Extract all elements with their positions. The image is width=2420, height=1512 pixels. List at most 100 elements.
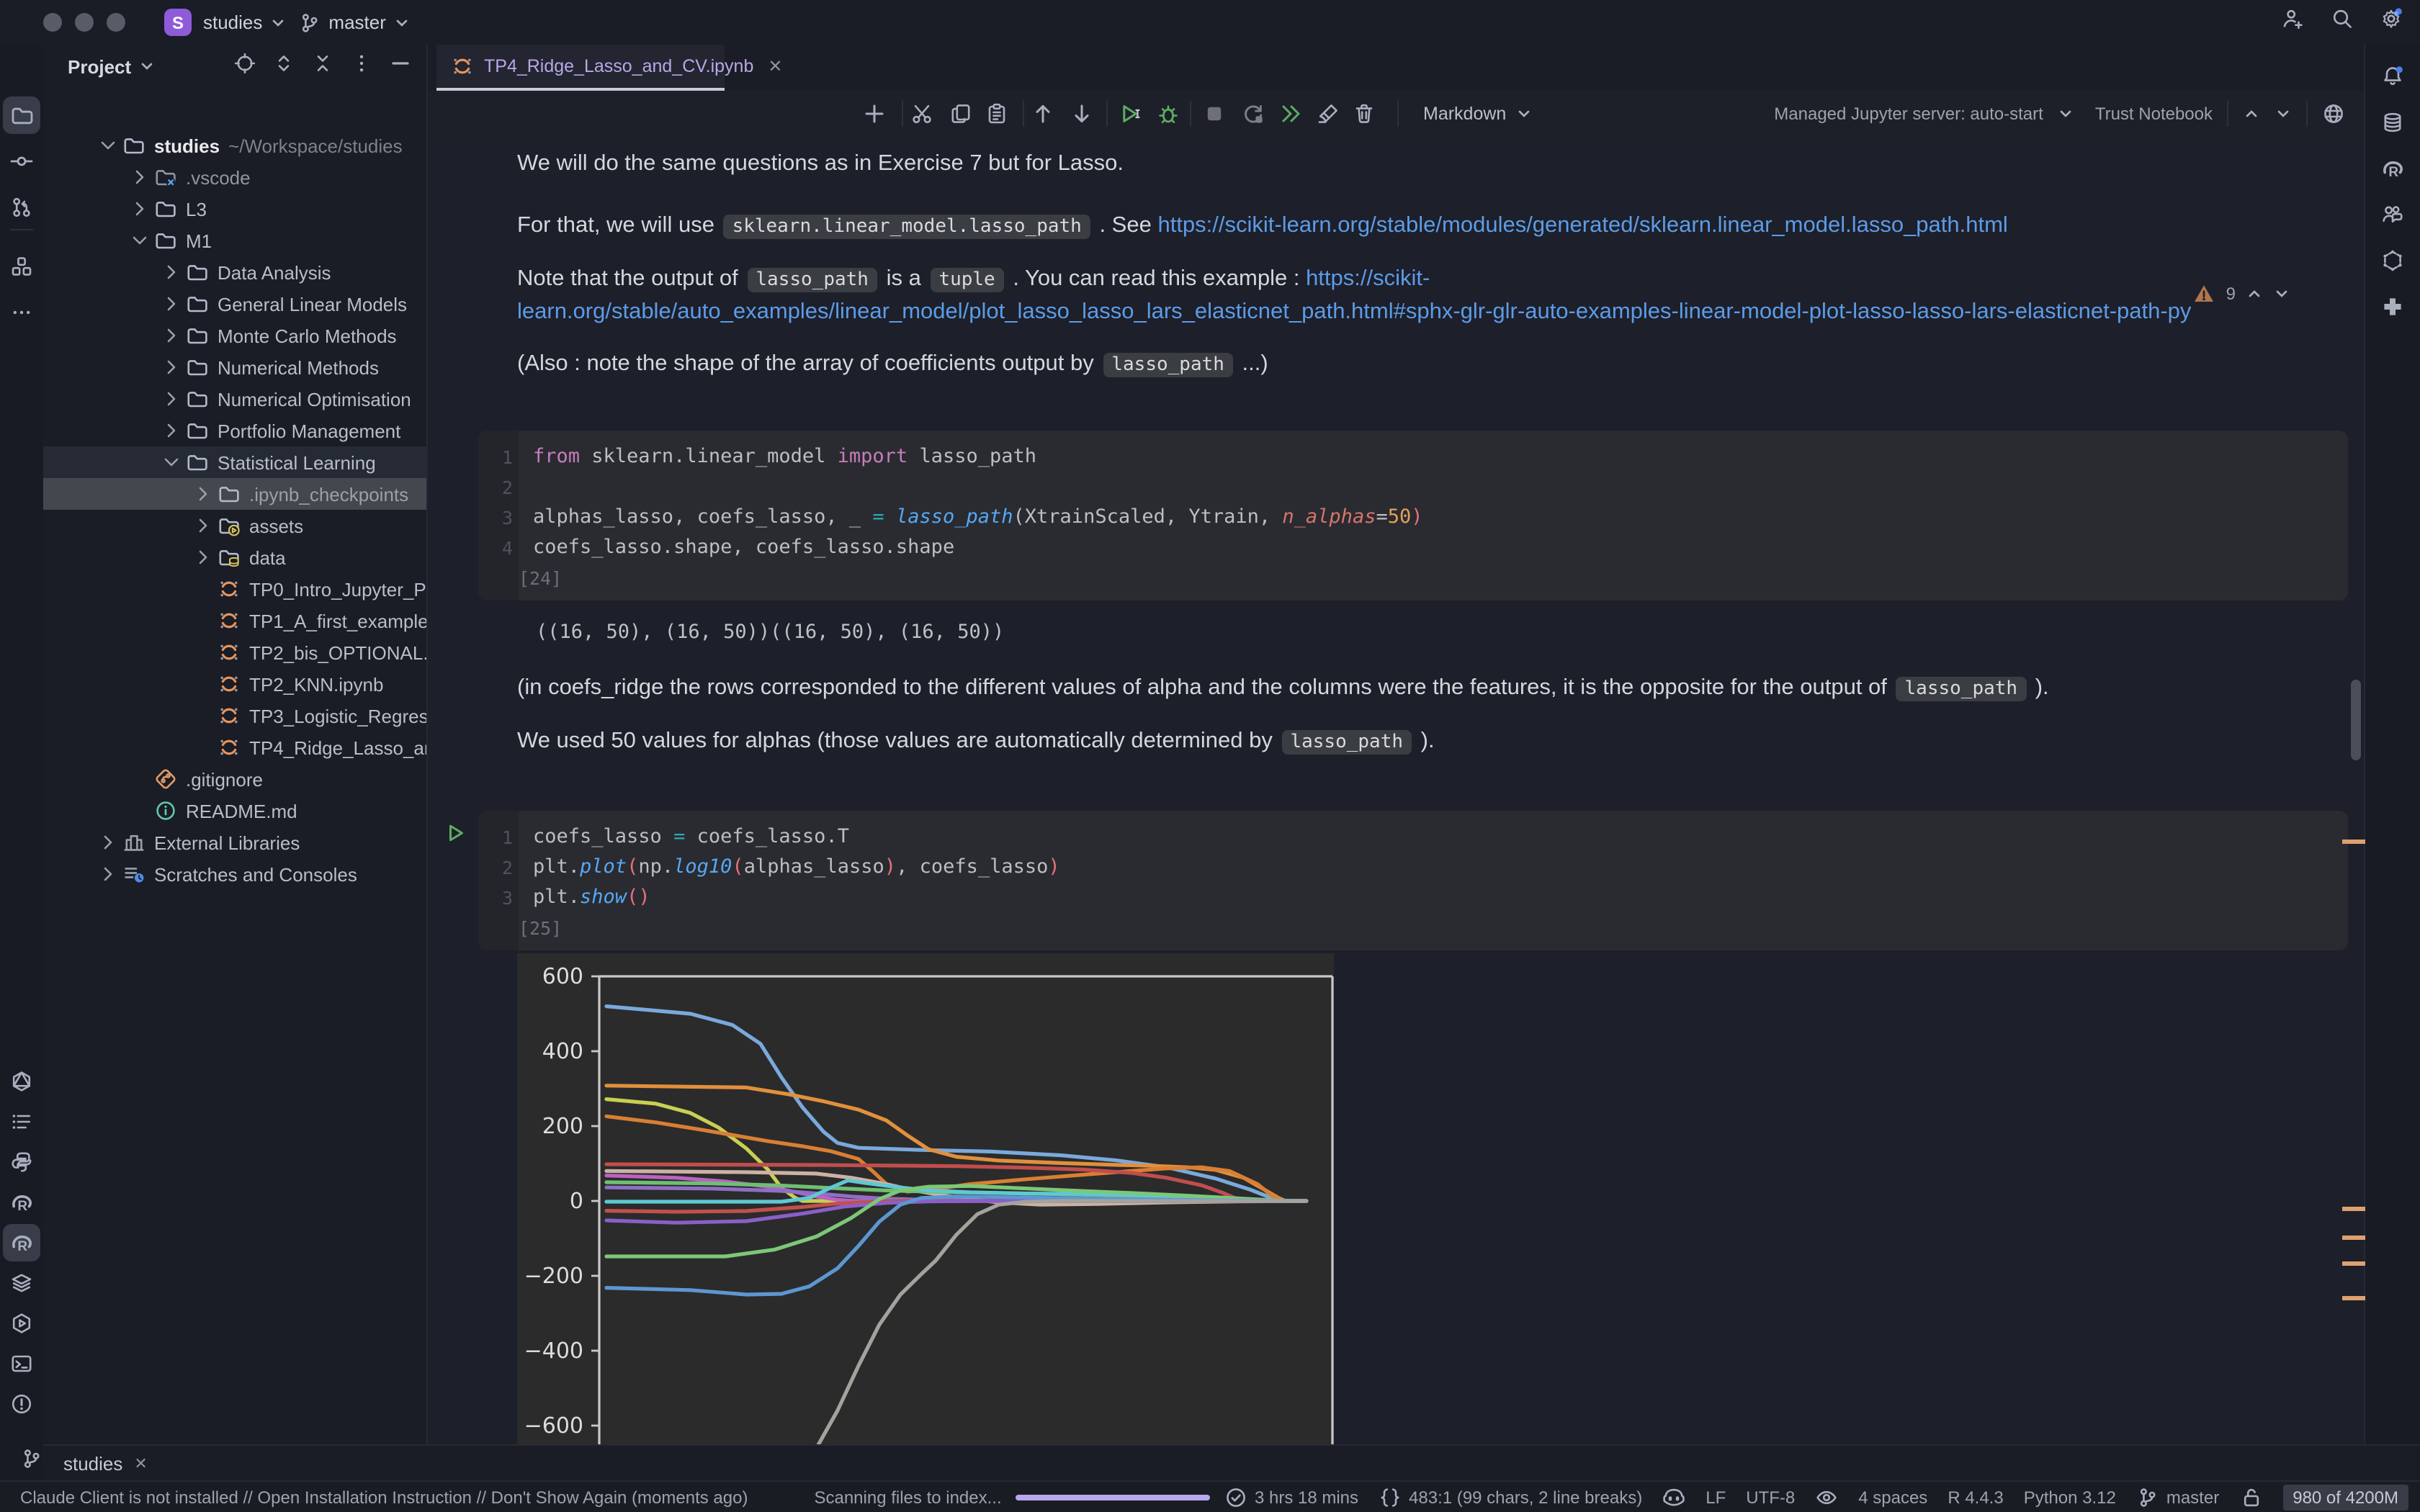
chevron-right-icon[interactable] (95, 831, 121, 854)
toolwindow-button-nodes[interactable] (2374, 242, 2411, 279)
tree-item-tp1-a-first-example-ipynb[interactable]: TP1_A_first_example.ipynb (43, 605, 426, 636)
toolwindow-button-todo[interactable] (3, 1103, 40, 1140)
chevron-right-icon[interactable] (190, 546, 216, 569)
tree-item-data[interactable]: data (43, 541, 426, 573)
tree-item-data-analysis[interactable]: Data Analysis (43, 256, 426, 288)
code-line[interactable]: 4coefs_lasso.shape, coefs_lasso.shape (478, 533, 2348, 563)
warning-stripe-mark[interactable] (2342, 1207, 2365, 1211)
code-line[interactable]: 1from sklearn.linear_model import lasso_… (478, 442, 2348, 472)
jupyter-server-selector[interactable]: Managed Jupyter server: auto-start (1774, 104, 2043, 124)
hide-button[interactable] (389, 51, 412, 81)
add-cell-button[interactable] (857, 96, 892, 131)
chevron-right-icon[interactable] (158, 356, 184, 379)
cut-cell-button[interactable] (905, 96, 939, 131)
status-483-1-99-chars-2-line-breaks[interactable]: 483:1 (99 chars, 2 line breaks) (1379, 1485, 1642, 1508)
expand-all-button[interactable] (272, 51, 295, 81)
paste-cell-button[interactable] (980, 96, 1014, 131)
tree-item-readme-md[interactable]: README.md (43, 795, 426, 827)
warning-stripe-mark[interactable] (2342, 1296, 2365, 1300)
status-r-4-4-3[interactable]: R 4.4.3 (1948, 1487, 2003, 1507)
toolwindow-button-terminal[interactable] (3, 1345, 40, 1382)
tree-item-vscode[interactable]: .vscode (43, 161, 426, 193)
version-control-toolwindow-button[interactable] (10, 1440, 53, 1476)
chevron-down-icon[interactable] (2275, 105, 2292, 122)
stop-kernel-button[interactable] (1197, 96, 1232, 131)
delete-cell-button[interactable] (1347, 96, 1381, 131)
warning-stripe-mark[interactable] (2342, 1236, 2365, 1240)
chevron-down-icon[interactable] (127, 229, 153, 252)
toolwindow-button-graphql[interactable] (3, 1063, 40, 1100)
status-utf-8[interactable]: UTF-8 (1746, 1487, 1795, 1507)
toolwindow-button-structure[interactable] (3, 248, 40, 285)
toolwindow-button-python[interactable] (3, 1143, 40, 1181)
tree-item-numerical-optimisation[interactable]: Numerical Optimisation (43, 383, 426, 415)
toolwindow-button-r-console[interactable]: R (3, 1184, 40, 1221)
tree-item-monte-carlo-methods[interactable]: Monte Carlo Methods (43, 320, 426, 351)
debug-cell-button[interactable] (1151, 96, 1186, 131)
restart-kernel-button[interactable] (1236, 96, 1270, 131)
chevron-right-icon[interactable] (158, 387, 184, 410)
zoom-window-button[interactable] (107, 13, 125, 32)
chevron-right-icon[interactable] (127, 166, 153, 189)
code-line[interactable]: 3plt.show() (478, 883, 2348, 913)
project-switcher[interactable]: studies (203, 12, 287, 33)
warning-stripe-mark[interactable] (2342, 840, 2365, 844)
chevron-down-icon[interactable] (158, 451, 184, 474)
tree-item-l3[interactable]: L3 (43, 193, 426, 225)
code-cell-1[interactable]: 1coefs_lasso = coefs_lasso.T2plt.plot(np… (478, 811, 2348, 950)
inspections-widget[interactable]: 9 (2193, 282, 2290, 305)
toolwindow-button-notifications[interactable] (2374, 58, 2411, 95)
chevron-down-icon[interactable] (2273, 285, 2290, 302)
tab-tp4-notebook[interactable]: TP4_Ridge_Lasso_and_CV.ipynb ✕ (436, 45, 725, 91)
chevron-up-icon[interactable] (2243, 105, 2260, 122)
toolwindow-button-r-tools[interactable]: R (2374, 150, 2411, 187)
code-line[interactable]: 2plt.plot(np.log10(alphas_lasso), coefs_… (478, 852, 2348, 883)
toolwindow-button-services[interactable] (3, 1305, 40, 1342)
chevron-up-icon[interactable] (2246, 285, 2263, 302)
code-line[interactable]: 2 (478, 472, 2348, 503)
tree-item-gitignore[interactable]: .gitignore (43, 763, 426, 795)
tree-item-tp2-knn-ipynb[interactable]: TP2_KNN.ipynb (43, 668, 426, 700)
chevron-down-icon[interactable] (2058, 105, 2075, 122)
add-user-button[interactable] (2282, 7, 2305, 37)
chevron-right-icon[interactable] (158, 261, 184, 284)
chevron-right-icon[interactable] (158, 324, 184, 347)
status-4-spaces[interactable]: 4 spaces (1858, 1487, 1927, 1507)
toolwindow-button-community[interactable] (2374, 196, 2411, 233)
run-cell-button[interactable] (1113, 96, 1148, 131)
toolwindow-button-commit[interactable] (3, 143, 40, 180)
status-980-of-4200m[interactable]: 980 of 4200M (2282, 1484, 2408, 1510)
status-lf[interactable]: LF (1706, 1487, 1726, 1507)
tree-item-general-linear-models[interactable]: General Linear Models (43, 288, 426, 320)
warning-stripe-mark[interactable] (2342, 1261, 2365, 1266)
run-cell-gutter-icon[interactable] (445, 822, 467, 851)
tree-item-statistical-learning[interactable]: Statistical Learning (43, 446, 426, 478)
toolwindow-button-database[interactable] (2374, 104, 2411, 141)
status-copilot[interactable] (1662, 1485, 1685, 1508)
code-line[interactable]: 3alphas_lasso, coefs_lasso, _ = lasso_pa… (478, 503, 2348, 533)
tree-item-external-libraries[interactable]: External Libraries (43, 827, 426, 858)
run-all-button[interactable] (1273, 96, 1308, 131)
status-master[interactable]: master (2136, 1485, 2219, 1508)
status-eye[interactable] (1815, 1485, 1838, 1508)
code-cell-0[interactable]: 1from sklearn.linear_model import lasso_… (478, 431, 2348, 600)
settings-button[interactable] (2380, 7, 2403, 37)
toolwindow-button-more[interactable] (3, 294, 40, 331)
chevron-down-icon[interactable] (138, 58, 156, 75)
chevron-down-icon[interactable] (95, 134, 121, 157)
more-vertical-button[interactable] (350, 51, 373, 81)
markdown-link[interactable]: https://scikit-learn.org/stable/modules/… (1157, 213, 2007, 238)
editor-scrollbar-thumb[interactable] (2351, 680, 2361, 760)
toolwindow-button-plugin[interactable] (2374, 288, 2411, 325)
toolwindow-button-problems[interactable] (3, 1385, 40, 1423)
chevron-right-icon[interactable] (95, 863, 121, 886)
tree-item-assets[interactable]: assets (43, 510, 426, 541)
tree-item-scratches-and-consoles[interactable]: Scratches and Consoles (43, 858, 426, 890)
cell-type-dropdown[interactable]: Markdown (1423, 91, 1532, 137)
collapse-all-button[interactable] (311, 51, 334, 81)
notebook-editor[interactable]: 9 We will do the same questions as in Ex… (428, 137, 2365, 1446)
copy-cell-button[interactable] (944, 96, 978, 131)
minimize-window-button[interactable] (75, 13, 94, 32)
chevron-right-icon[interactable] (158, 419, 184, 442)
tree-item-portfolio-management[interactable]: Portfolio Management (43, 415, 426, 446)
